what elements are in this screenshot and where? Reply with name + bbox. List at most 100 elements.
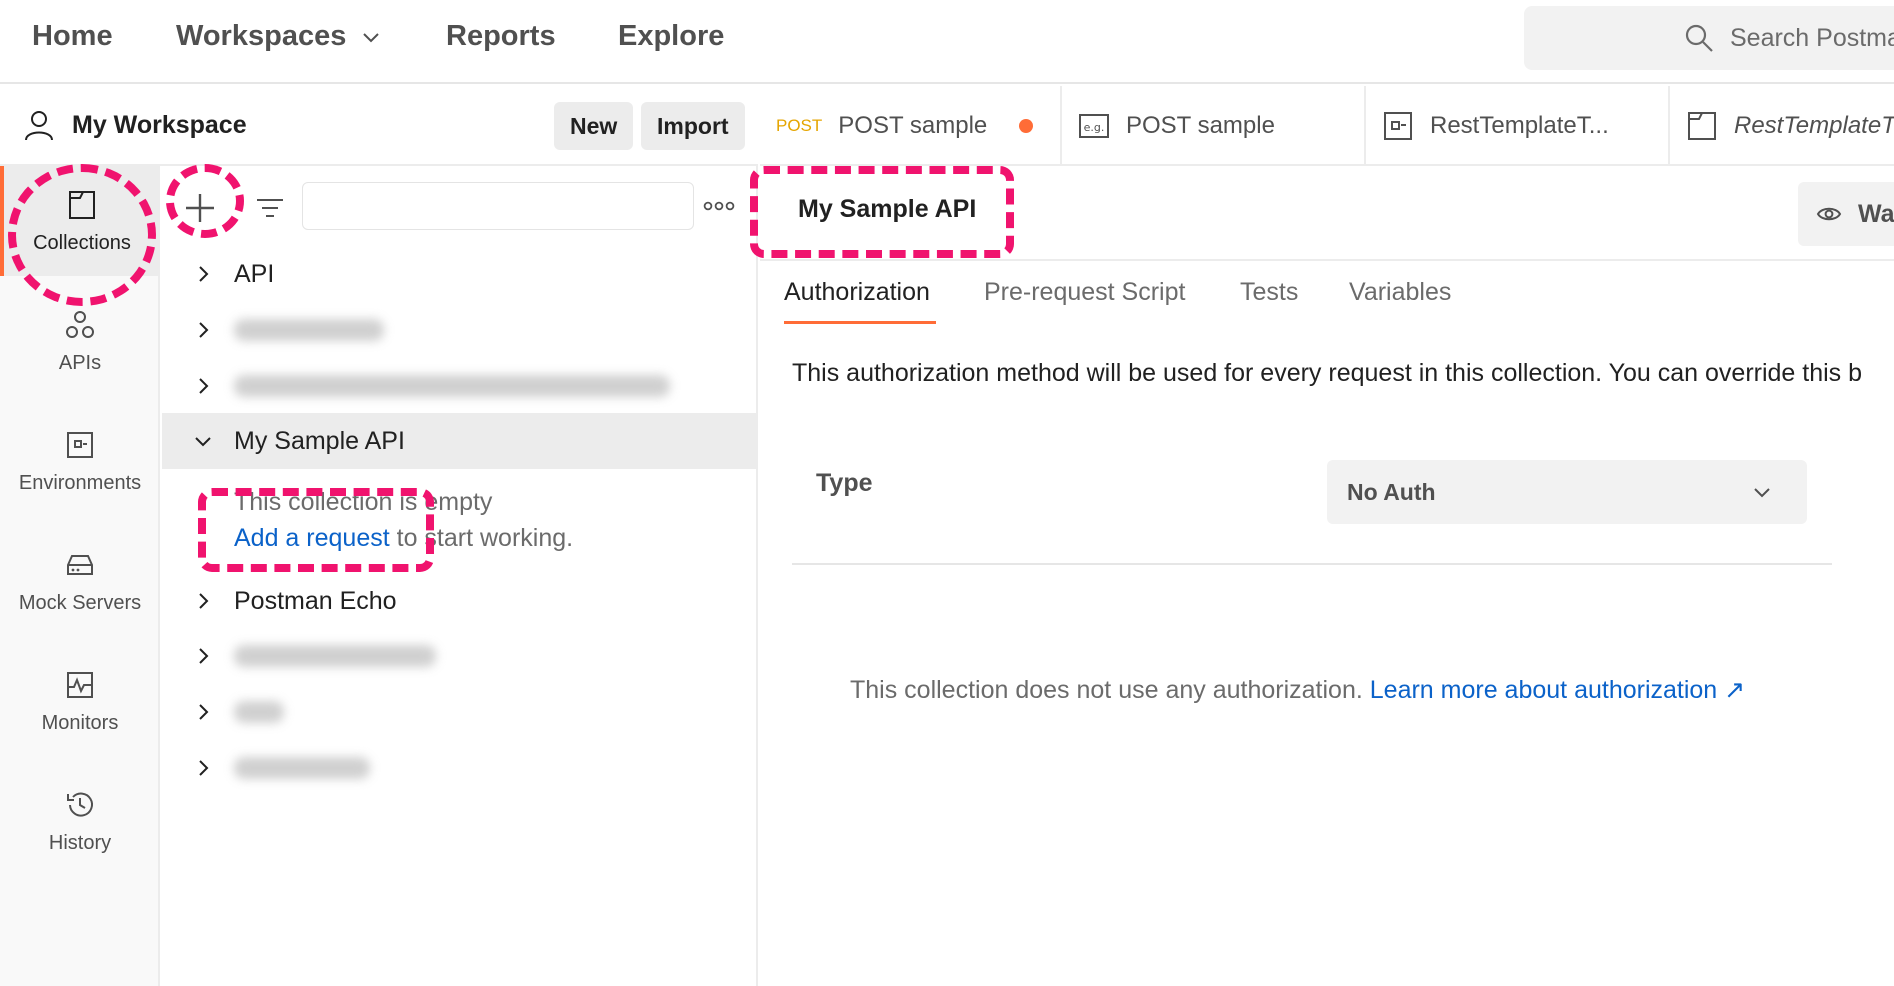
new-button[interactable]: New: [554, 102, 634, 150]
more-options-icon[interactable]: [703, 196, 735, 216]
rail-label: Mock Servers: [18, 591, 142, 614]
chevron-right-icon: [199, 266, 209, 282]
learn-more-link[interactable]: Learn more about authorization ↗: [1370, 676, 1745, 704]
rail-label: Environments: [18, 471, 142, 494]
rail-history[interactable]: History: [0, 766, 160, 876]
chevron-right-icon: [199, 704, 209, 720]
divider: [760, 259, 1894, 261]
nav-workspaces-label: Workspaces: [176, 20, 347, 52]
redacted-collection-label: [234, 645, 436, 667]
empty-collection-cta: Add a request to start working.: [234, 524, 573, 553]
nav-reports[interactable]: Reports: [446, 20, 556, 53]
collection-search-input[interactable]: [302, 182, 694, 230]
tab-collection[interactable]: RestTemplateT...: [1670, 86, 1894, 166]
nav-explore[interactable]: Explore: [618, 20, 724, 53]
collection-item[interactable]: Postman Echo: [162, 573, 758, 629]
chevron-right-icon: [199, 378, 209, 394]
collection-item[interactable]: [162, 358, 758, 414]
rail-mock-servers[interactable]: Mock Servers: [0, 526, 160, 636]
history-icon: [67, 792, 93, 817]
rail-apis[interactable]: APIs: [0, 286, 160, 396]
sidebar-rail: Collections APIs Environments Mock Serve…: [0, 166, 160, 986]
global-search[interactable]: Search Postma: [1524, 6, 1894, 70]
auth-description: This authorization method will be used f…: [792, 359, 1863, 387]
filter-icon[interactable]: [254, 194, 286, 226]
request-tabs: POST POST sample e.g. POST sample RestTe…: [760, 86, 1894, 166]
tab-post-sample[interactable]: POST POST sample: [760, 86, 1062, 166]
tab-tests[interactable]: Tests: [1240, 278, 1298, 307]
tab-pre-request-script[interactable]: Pre-request Script: [984, 278, 1185, 307]
rail-environments[interactable]: Environments: [0, 406, 160, 516]
chevron-right-icon: [199, 322, 209, 338]
tab-title: RestTemplateT...: [1430, 112, 1609, 139]
no-auth-text: This collection does not use any authori…: [850, 676, 1370, 704]
auth-type-select[interactable]: No Auth: [1327, 460, 1807, 524]
search-icon: [1685, 24, 1713, 52]
redacted-collection-label: [234, 701, 284, 723]
workspace-title[interactable]: My Workspace: [22, 108, 247, 142]
watch-button[interactable]: Wa: [1798, 182, 1894, 246]
add-request-link[interactable]: Add a request: [234, 524, 390, 552]
collection-item-my-sample-api[interactable]: My Sample API: [162, 413, 758, 469]
watch-label: Wa: [1858, 199, 1894, 228]
monitor-icon: [67, 671, 93, 698]
collection-title[interactable]: My Sample API: [798, 195, 976, 224]
workspace-title-text: My Workspace: [72, 110, 247, 139]
collection-icon: [69, 190, 95, 219]
rail-monitors[interactable]: Monitors: [0, 646, 160, 756]
empty-collection-note: This collection is empty: [234, 488, 493, 516]
nav-home[interactable]: Home: [32, 20, 113, 53]
collection-item[interactable]: [162, 302, 758, 358]
plus-icon[interactable]: [180, 188, 220, 228]
collection-label: API: [234, 259, 275, 288]
auth-type-value: No Auth: [1347, 478, 1436, 505]
nav-explore-label: Explore: [618, 20, 725, 52]
collection-item[interactable]: API: [162, 246, 758, 302]
active-tab-indicator: [784, 321, 936, 324]
rail-collections[interactable]: Collections: [0, 166, 160, 276]
chevron-right-icon: [199, 593, 209, 609]
tab-title: POST sample: [1126, 112, 1275, 139]
collection-item[interactable]: [162, 740, 758, 796]
tab-title: RestTemplateT...: [1734, 112, 1894, 139]
user-icon: [25, 111, 53, 141]
search-placeholder: Search Postma: [1730, 23, 1894, 52]
environment-icon: [1384, 112, 1412, 140]
collection-item[interactable]: [162, 684, 758, 740]
chevron-down-icon: [363, 32, 380, 42]
collection-item[interactable]: [162, 628, 758, 684]
nav-workspaces[interactable]: Workspaces: [176, 20, 382, 53]
collections-sidebar: API My Sample API This collection is emp…: [162, 166, 758, 986]
example-icon: e.g.: [1079, 114, 1109, 138]
type-label: Type: [816, 469, 873, 497]
divider: [792, 563, 1832, 565]
no-auth-note: This collection does not use any authori…: [850, 675, 1745, 705]
method-badge: POST: [776, 116, 823, 135]
import-button[interactable]: Import: [641, 102, 745, 150]
chevron-right-icon: [199, 648, 209, 664]
rail-label: History: [48, 831, 112, 854]
unsaved-dot-icon: [1019, 119, 1034, 133]
redacted-collection-label: [234, 375, 670, 397]
tab-title: POST sample: [838, 112, 988, 139]
redacted-collection-label: [234, 319, 384, 341]
empty-collection-cta-rest: to start working.: [389, 524, 574, 552]
chevron-down-icon: [1754, 488, 1770, 498]
tab-variables[interactable]: Variables: [1349, 278, 1451, 307]
tab-environment[interactable]: RestTemplateT...: [1366, 86, 1670, 166]
environment-icon: [67, 431, 93, 458]
chevron-right-icon: [199, 760, 209, 776]
collection-label: Postman Echo: [234, 586, 397, 615]
nav-home-label: Home: [32, 20, 113, 52]
top-nav: Home Workspaces Reports Explore Search P…: [0, 0, 1894, 84]
chevron-down-icon: [195, 437, 211, 447]
tab-example[interactable]: e.g. POST sample: [1062, 86, 1366, 166]
rail-label: APIs: [58, 351, 102, 374]
nav-reports-label: Reports: [446, 20, 556, 52]
collection-icon: [1688, 112, 1716, 140]
rail-label: Collections: [33, 231, 131, 254]
eye-icon: [1816, 207, 1842, 221]
collection-label: My Sample API: [234, 426, 405, 455]
tab-authorization[interactable]: Authorization: [784, 278, 930, 307]
apis-icon: [66, 310, 94, 338]
